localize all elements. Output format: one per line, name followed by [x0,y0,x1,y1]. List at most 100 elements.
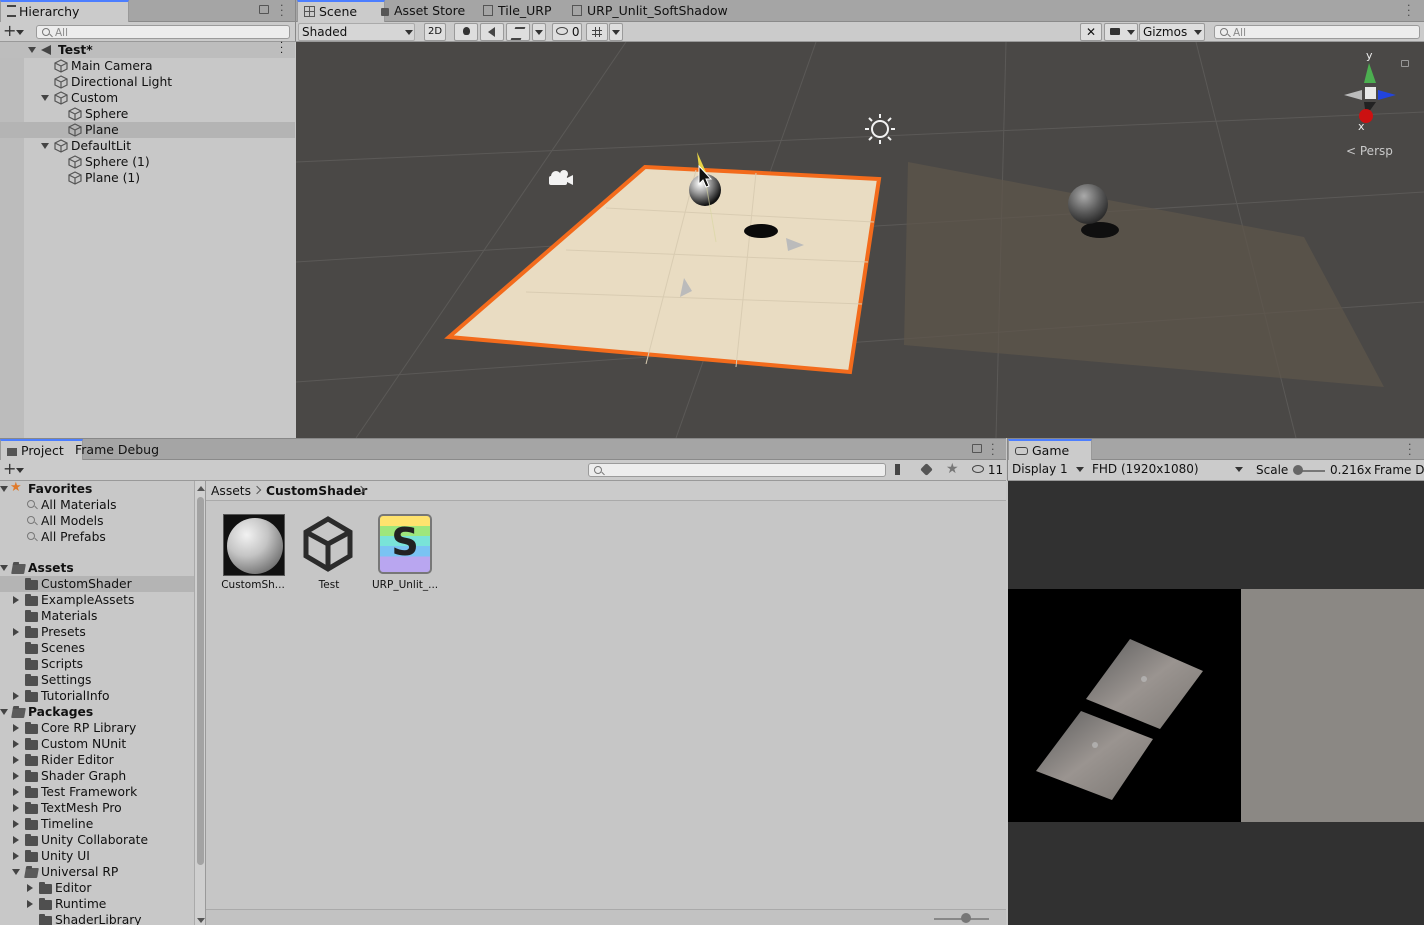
lock-icon[interactable] [1401,60,1409,67]
chevron-down-icon[interactable] [12,869,20,875]
add-icon[interactable]: + [3,21,16,40]
audio-toggle[interactable] [480,23,504,41]
hierarchy-item-plane[interactable]: Plane [0,122,295,138]
tab-scene[interactable]: Scene [297,0,385,24]
project-search-input[interactable] [588,463,886,477]
hierarchy-item-main-camera[interactable]: Main Camera [0,58,295,74]
chevron-down-icon[interactable] [0,709,8,715]
package-unity-ui[interactable]: Unity UI [0,848,194,864]
hierarchy-item-plane-1[interactable]: Plane (1) [0,170,295,186]
icon-size-slider-thumb[interactable] [961,913,971,923]
tag-icon[interactable] [920,463,933,476]
sun-icon[interactable] [865,114,895,144]
hierarchy-search-input[interactable]: All [36,25,290,39]
hidden-packages-toggle[interactable]: 11 [972,463,1003,477]
package-shader-graph[interactable]: Shader Graph [0,768,194,784]
asset-folder-exampleassets[interactable]: ExampleAssets [0,592,194,608]
assets-header[interactable]: Assets [0,560,194,576]
chevron-right-icon[interactable] [13,756,19,764]
asset-item-urp-unlit-shader[interactable]: S URP_Unlit_... [372,512,438,592]
chevron-right-icon[interactable] [13,692,19,700]
chevron-right-icon[interactable] [13,804,19,812]
package-rider-editor[interactable]: Rider Editor [0,752,194,768]
gizmos-button[interactable]: Gizmos [1139,23,1205,41]
sphere-1-object[interactable] [1068,184,1108,224]
camera-gizmo-icon[interactable] [549,170,573,185]
asset-item-customshader-material[interactable]: CustomSh... [220,512,286,592]
scale-slider-thumb[interactable] [1293,465,1303,475]
chevron-right-icon[interactable] [27,884,33,892]
hidden-objects-toggle[interactable]: 0 [552,23,582,41]
kebab-menu-icon[interactable]: · · · [1408,439,1412,460]
kebab-menu-icon[interactable]: · · · [1407,0,1411,21]
chevron-right-icon[interactable] [13,820,19,828]
universal-rp-shaderlibrary[interactable]: ShaderLibrary [0,912,194,925]
package-test-framework[interactable]: Test Framework [0,784,194,800]
asset-folder-customshader[interactable]: CustomShader [0,576,194,592]
camera-dropdown[interactable] [1104,23,1138,41]
asset-folder-scripts[interactable]: Scripts [0,656,194,672]
package-timeline[interactable]: Timeline [0,816,194,832]
asset-folder-presets[interactable]: Presets [0,624,194,640]
kebab-menu-icon[interactable]: · · · [280,39,283,59]
kebab-menu-icon[interactable]: · · · [991,439,995,460]
breadcrumb-customshader[interactable]: CustomShader [266,481,367,501]
tab-tile-urp[interactable]: Tile_URP [477,0,560,22]
package-textmesh-pro[interactable]: TextMesh Pro [0,800,194,816]
game-viewport[interactable] [1008,481,1424,925]
scroll-down-arrow-icon[interactable] [197,918,205,923]
favorites-header[interactable]: ★ Favorites [0,481,194,497]
tab-hierarchy[interactable]: Hierarchy [0,0,129,24]
packages-header[interactable]: Packages [0,704,194,720]
chevron-right-icon[interactable] [13,740,19,748]
shading-mode-dropdown[interactable]: Shaded [298,23,415,41]
package-core-rp-library[interactable]: Core RP Library [0,720,194,736]
hierarchy-item-directional-light[interactable]: Directional Light [0,74,295,90]
add-dropdown-icon[interactable] [16,30,24,35]
chevron-right-icon[interactable] [13,628,19,636]
hierarchy-item-sphere-1[interactable]: Sphere (1) [0,154,295,170]
star-icon[interactable]: ★ [946,461,959,477]
tab-asset-store[interactable]: Asset Store [375,0,473,22]
favorite-all-models[interactable]: All Models [0,513,194,529]
chevron-right-icon[interactable] [13,596,19,604]
chevron-right-icon[interactable] [13,724,19,732]
asset-folder-tutorialinfo[interactable]: TutorialInfo [0,688,194,704]
chevron-right-icon[interactable] [13,772,19,780]
hierarchy-item-custom[interactable]: Custom [0,90,295,106]
package-unity-collaborate[interactable]: Unity Collaborate [0,832,194,848]
tools-toggle[interactable]: ✕ [1080,23,1102,41]
selected-plane[interactable] [444,164,882,375]
asset-folder-materials[interactable]: Materials [0,608,194,624]
package-universal-rp[interactable]: Universal RP [0,864,194,880]
universal-rp-runtime[interactable]: Runtime [0,896,194,912]
chevron-right-icon[interactable] [13,852,19,860]
orientation-gizmo[interactable]: y x < Persp [1336,49,1416,158]
hierarchy-item-sphere[interactable]: Sphere [0,106,295,122]
chevron-right-icon[interactable] [13,788,19,796]
resolution-dropdown[interactable]: FHD (1920x1080) [1089,461,1247,479]
breadcrumb-assets[interactable]: Assets [211,481,251,501]
chevron-down-icon[interactable] [41,143,49,149]
mode-2d-button[interactable]: 2D [424,23,446,41]
filter-by-type-icon[interactable] [895,464,911,475]
grid-dropdown[interactable] [609,23,623,41]
chevron-down-icon[interactable] [28,47,36,53]
persp-label[interactable]: < Persp [1346,144,1393,158]
universal-rp-editor[interactable]: Editor [0,880,194,896]
scene-viewport[interactable]: y x < Persp [296,42,1424,438]
lighting-toggle[interactable] [454,23,478,41]
chevron-right-icon[interactable] [27,900,33,908]
chevron-down-icon[interactable] [0,565,8,571]
favorite-all-materials[interactable]: All Materials [0,497,194,513]
scrollbar-thumb[interactable] [197,497,204,865]
chevron-down-icon[interactable] [41,95,49,101]
hierarchy-item-defaultlit[interactable]: DefaultLit [0,138,295,154]
lock-icon[interactable] [259,5,269,14]
package-custom-nunit[interactable]: Custom NUnit [0,736,194,752]
chevron-down-icon[interactable] [0,486,8,492]
scene-render[interactable] [296,42,1424,438]
effects-dropdown[interactable] [532,23,546,41]
tab-frame-debug[interactable]: Frame Debug [69,439,167,461]
asset-item-test-scene[interactable]: Test [296,512,362,592]
